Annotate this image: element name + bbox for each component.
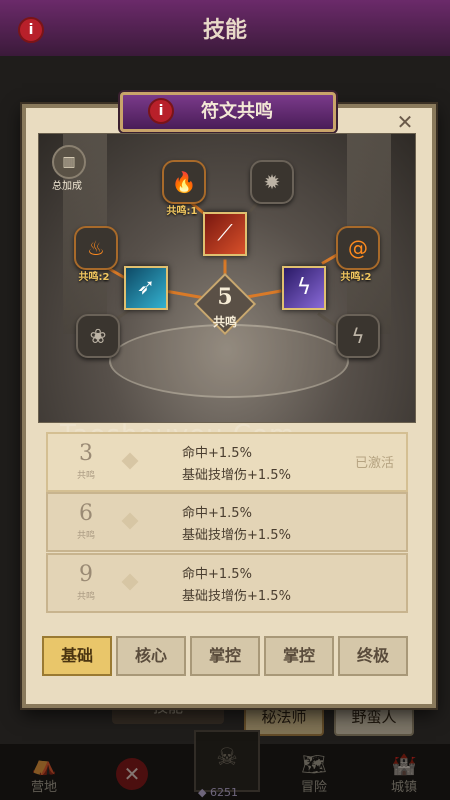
tab-core[interactable]: 核心 [116,636,186,676]
close-icon[interactable]: ✕ [395,112,415,132]
slot-label-fire-top: 共鸣:1 [166,206,198,217]
tier-row: 9 共鸣 命中+1.5% 基础技增伤+1.5% [46,553,408,613]
arrow-icon: ➶ [136,275,156,300]
swirl-icon[interactable]: @ [336,226,380,270]
slash-icon: ⟋ [217,221,233,246]
tier-line1: 命中+1.5% [182,506,252,521]
tier-row: 3 共鸣 命中+1.5% 基础技增伤+1.5% 已激活 [46,432,408,492]
tier-line1: 命中+1.5% [182,446,252,461]
tier-diamond [121,452,139,470]
tier-row: 6 共鸣 命中+1.5% 基础技增伤+1.5% [46,492,408,552]
tab-mastery-1[interactable]: 掌控 [190,636,260,676]
tier-diamond [121,512,139,530]
flower-icon[interactable]: ❀ [76,314,120,358]
tier-line2: 基础技增伤+1.5% [182,468,291,483]
lightning-skill[interactable]: ϟ [282,266,326,310]
tier-level: 6 [79,501,93,526]
slot-label-swirl-right: 共鸣:2 [340,272,372,283]
fire-slash-skill[interactable]: ⟋ [203,212,247,256]
tab-basic[interactable]: 基础 [42,636,112,676]
slot-label-fire-left: 共鸣:2 [78,272,110,283]
lightning-icon: ϟ [296,275,312,300]
resonance-label: 共鸣 [212,315,237,329]
tier-line2: 基础技增伤+1.5% [182,528,291,543]
tier-level: 3 [79,441,93,466]
altar-circle [109,324,349,398]
ice-arrow-skill[interactable]: ➶ [124,266,168,310]
tier-status: 已激活 [354,456,394,471]
bar-chart-icon[interactable]: ▥ [52,145,86,179]
dialog-title: 符文共鸣 [201,101,273,122]
tab-mastery-2[interactable]: 掌控 [264,636,334,676]
tier-sub: 共鸣 [76,592,95,602]
tier-sub: 共鸣 [76,471,95,481]
flame-icon[interactable]: 🔥 [162,160,206,204]
tier-level: 9 [79,562,93,587]
lightning-icon[interactable]: ϟ [336,314,380,358]
page-title: 技能 [202,18,247,43]
tier-sub: 共鸣 [76,531,95,541]
tier-line1: 命中+1.5% [182,567,252,582]
resonance-count: 5 [217,284,233,310]
tier-line2: 基础技增伤+1.5% [182,589,291,604]
fire-swirl-icon[interactable]: ♨ [74,226,118,270]
total-bonus-label: 总加成 [52,181,82,192]
tier-diamond [121,573,139,591]
tab-ultimate[interactable]: 终极 [338,636,408,676]
burst-icon[interactable]: ✹ [250,160,294,204]
